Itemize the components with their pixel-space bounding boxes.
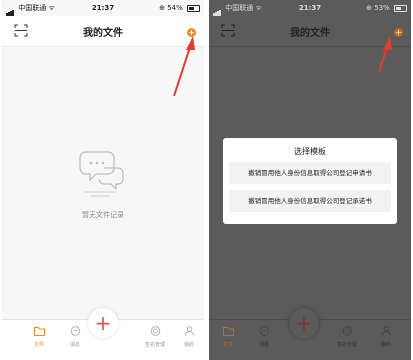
tab-label: 消息 — [69, 342, 80, 348]
tab-messages[interactable]: 消息 — [60, 326, 90, 348]
tab-messages[interactable]: 消息 — [249, 326, 279, 348]
files-screen-empty: 中国联通 ᯤ 21:37 ⊕ 54% 我的文件 + 暂无文件记录 文件 消息 +… — [2, 0, 204, 360]
create-button[interactable]: + — [88, 308, 118, 338]
tab-mine[interactable]: 我的 — [174, 326, 204, 348]
tab-label: 我的 — [380, 342, 391, 348]
tab-label: 签名管理 — [144, 342, 165, 348]
message-icon — [259, 326, 269, 336]
tab-files[interactable]: 文件 — [213, 326, 243, 348]
tab-bar: 文件 消息 + 签名管理 我的 — [2, 308, 204, 360]
create-button[interactable]: + — [289, 308, 319, 338]
annotation-arrow-icon — [173, 36, 195, 97]
signature-icon — [150, 326, 160, 336]
user-icon — [184, 326, 194, 336]
template-option[interactable]: 撤销冒用他人身份信息取得公司登记承诺书 — [229, 190, 391, 212]
tab-files[interactable]: 文件 — [24, 326, 54, 348]
plus-icon: + — [94, 311, 112, 335]
template-option[interactable]: 撤销冒用他人身份信息取得公司登记申请书 — [229, 162, 391, 184]
plus-icon: + — [295, 311, 313, 335]
annotation-arrow-icon — [378, 36, 392, 73]
message-icon — [70, 326, 80, 336]
modal-title: 选择模板 — [294, 147, 326, 156]
signature-icon — [342, 326, 352, 336]
tab-label: 文件 — [222, 342, 233, 348]
tab-label: 我的 — [183, 342, 194, 348]
tab-label: 文件 — [33, 342, 44, 348]
tab-bar: 文件 消息 + 签名管理 我的 — [209, 308, 411, 360]
files-screen-template-modal: 中国联通 ᯤ 21:37 ⊕ 53% 我的文件 + 选择模板 撤销冒用他人身份信… — [209, 0, 411, 360]
tab-mine[interactable]: 我的 — [371, 326, 401, 348]
empty-state — [2, 146, 204, 204]
folder-icon — [33, 327, 45, 336]
tab-signature-management[interactable]: 签名管理 — [332, 326, 362, 348]
folder-icon — [222, 327, 234, 336]
tab-signature-management[interactable]: 签名管理 — [140, 326, 170, 348]
template-select-modal: 选择模板 撤销冒用他人身份信息取得公司登记申请书 撤销冒用他人身份信息取得公司登… — [223, 138, 397, 224]
chat-bubbles-icon — [79, 151, 124, 197]
tab-label: 消息 — [258, 342, 269, 348]
user-icon — [381, 326, 391, 336]
empty-state-text: 暂无文件记录 — [82, 211, 124, 219]
tab-label: 签名管理 — [336, 342, 357, 348]
